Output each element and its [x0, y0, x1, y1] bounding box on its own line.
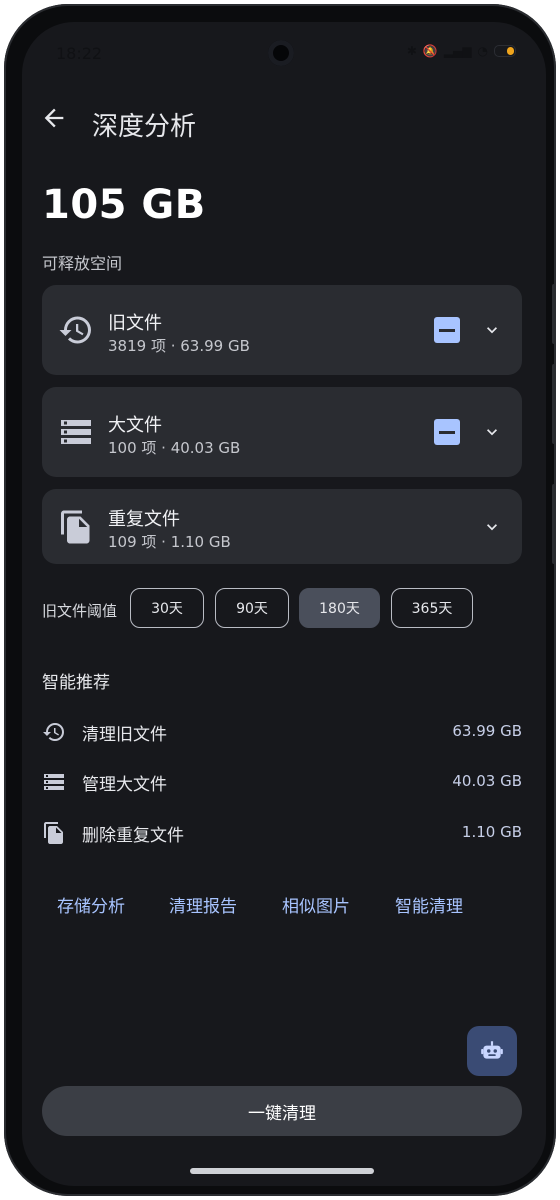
card-title: 大文件 — [108, 415, 162, 436]
volume-down-button — [552, 364, 556, 444]
page-title: 深度分析 — [92, 112, 197, 142]
chevron-down-icon[interactable] — [482, 517, 502, 537]
recommendation-label: 清理旧文件 — [82, 725, 167, 745]
partial-checkbox[interactable] — [434, 419, 460, 445]
card-title: 重复文件 — [108, 509, 180, 530]
link-similar-photos[interactable]: 相似图片 — [282, 892, 350, 917]
assistant-fab[interactable] — [467, 1026, 517, 1076]
freeable-label: 可释放空间 — [42, 254, 123, 273]
threshold-chip-30[interactable]: 30天 — [130, 588, 204, 628]
freeable-size: 105 GB — [42, 182, 206, 228]
card-meta: 100 项 · 40.03 GB — [108, 439, 241, 457]
duplicate-file-icon — [58, 509, 94, 545]
status-icons: ✱ 🔕 ▂▄▆ ◔ — [407, 44, 516, 58]
card-old-files[interactable]: 旧文件 3819 项 · 63.99 GB — [42, 285, 522, 375]
bluetooth-icon: ✱ — [406, 44, 417, 58]
recommendation-item[interactable]: 管理大文件 40.03 GB — [42, 768, 522, 796]
threshold-chip-365[interactable]: 365天 — [391, 588, 473, 628]
threshold-chip-90[interactable]: 90天 — [215, 588, 289, 628]
link-storage-analysis[interactable]: 存储分析 — [57, 892, 125, 917]
volume-up-button — [552, 284, 556, 344]
duplicate-file-icon — [42, 821, 66, 845]
recommendation-value: 1.10 GB — [461, 823, 522, 841]
power-button — [552, 484, 556, 564]
storage-list-icon — [58, 414, 94, 450]
card-meta: 3819 项 · 63.99 GB — [108, 337, 250, 355]
recommendation-label: 删除重复文件 — [82, 826, 184, 846]
card-duplicate-files[interactable]: 重复文件 109 项 · 1.10 GB — [42, 489, 522, 564]
status-time: 18:22 — [56, 44, 103, 63]
arrow-back-icon — [44, 108, 64, 128]
history-icon — [42, 720, 66, 744]
partial-checkbox[interactable] — [434, 317, 460, 343]
home-indicator[interactable] — [190, 1168, 374, 1174]
quick-links: 存储分析 清理报告 相似图片 智能清理 — [22, 892, 546, 922]
card-title: 旧文件 — [108, 313, 162, 334]
card-meta: 109 项 · 1.10 GB — [108, 533, 231, 551]
section-title: 智能推荐 — [42, 673, 110, 693]
phone-frame: 18:22 ✱ 🔕 ▂▄▆ ◔ 深度分析 105 GB 可释放空间 旧文件 38… — [4, 4, 556, 1196]
back-button[interactable] — [40, 104, 72, 140]
chevron-down-icon[interactable] — [482, 320, 502, 340]
recommendation-value: 63.99 GB — [452, 722, 522, 740]
status-bar: 18:22 ✱ 🔕 ▂▄▆ ◔ — [22, 22, 546, 82]
threshold-chip-180[interactable]: 180天 — [299, 588, 380, 628]
history-icon — [58, 312, 94, 348]
robot-icon — [481, 1041, 503, 1059]
battery-icon — [494, 45, 516, 57]
wifi-icon: ◔ — [477, 44, 488, 58]
card-large-files[interactable]: 大文件 100 项 · 40.03 GB — [42, 387, 522, 477]
signal-icon: ▂▄▆ — [443, 44, 472, 58]
link-smart-clean[interactable]: 智能清理 — [395, 892, 463, 917]
recommendation-item[interactable]: 清理旧文件 63.99 GB — [42, 718, 522, 746]
one-tap-clean-button[interactable]: 一键清理 — [42, 1086, 522, 1136]
screen: 18:22 ✱ 🔕 ▂▄▆ ◔ 深度分析 105 GB 可释放空间 旧文件 38… — [22, 22, 546, 1186]
recommendation-label: 管理大文件 — [82, 775, 167, 795]
recommendation-item[interactable]: 删除重复文件 1.10 GB — [42, 819, 522, 847]
storage-list-icon — [42, 770, 66, 794]
recommendation-value: 40.03 GB — [452, 772, 522, 790]
mute-icon: 🔕 — [422, 44, 438, 58]
chevron-down-icon[interactable] — [482, 422, 502, 442]
front-camera — [268, 40, 294, 66]
link-cleanup-report[interactable]: 清理报告 — [169, 892, 237, 917]
top-app-bar: 深度分析 — [22, 104, 546, 148]
threshold-label: 旧文件阈值 — [42, 602, 118, 620]
